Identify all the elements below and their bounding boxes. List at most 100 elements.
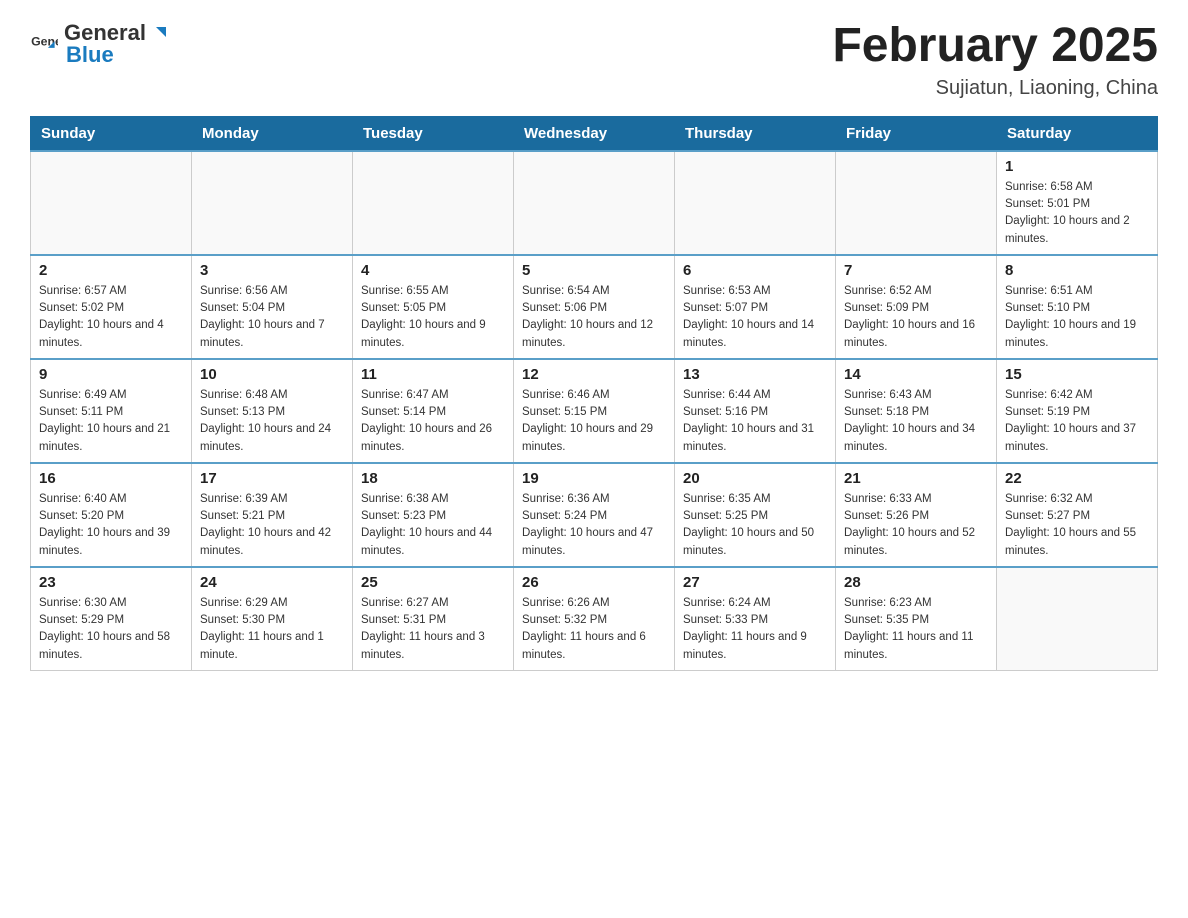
day-info: Sunrise: 6:30 AM Sunset: 5:29 PM Dayligh… [39,595,183,664]
day-info: Sunrise: 6:32 AM Sunset: 5:27 PM Dayligh… [1005,491,1149,560]
day-number: 18 [361,470,505,487]
column-header-thursday: Thursday [675,116,836,151]
calendar-cell: 13 Sunrise: 6:44 AM Sunset: 5:16 PM Dayli… [675,359,836,463]
day-info: Sunrise: 6:55 AM Sunset: 5:05 PM Dayligh… [361,283,505,352]
day-number: 17 [200,470,344,487]
day-number: 22 [1005,470,1149,487]
day-number: 11 [361,366,505,383]
day-info: Sunrise: 6:47 AM Sunset: 5:14 PM Dayligh… [361,387,505,456]
logo-icon: General [30,30,58,58]
day-number: 13 [683,366,827,383]
page-header: General General Blue February 2025 Sujia… [30,20,1158,100]
column-header-sunday: Sunday [31,116,192,151]
month-title: February 2025 [832,20,1158,73]
day-info: Sunrise: 6:44 AM Sunset: 5:16 PM Dayligh… [683,387,827,456]
calendar-cell: 10 Sunrise: 6:48 AM Sunset: 5:13 PM Dayli… [192,359,353,463]
calendar-cell: 22 Sunrise: 6:32 AM Sunset: 5:27 PM Dayli… [997,463,1158,567]
day-number: 14 [844,366,988,383]
calendar-cell [675,151,836,255]
day-info: Sunrise: 6:51 AM Sunset: 5:10 PM Dayligh… [1005,283,1149,352]
day-info: Sunrise: 6:56 AM Sunset: 5:04 PM Dayligh… [200,283,344,352]
day-number: 9 [39,366,183,383]
day-number: 26 [522,574,666,591]
calendar-cell: 18Sunrise: 6:38 AM Sunset: 5:23 PM Dayli… [353,463,514,567]
week-row-2: 2Sunrise: 6:57 AM Sunset: 5:02 PM Daylig… [31,255,1158,359]
day-info: Sunrise: 6:35 AM Sunset: 5:25 PM Dayligh… [683,491,827,560]
day-info: Sunrise: 6:24 AM Sunset: 5:33 PM Dayligh… [683,595,827,664]
day-number: 23 [39,574,183,591]
day-number: 3 [200,262,344,279]
logo: General General Blue [30,20,170,68]
week-row-3: 9 Sunrise: 6:49 AM Sunset: 5:11 PM Daylig… [31,359,1158,463]
calendar-cell: 17Sunrise: 6:39 AM Sunset: 5:21 PM Dayli… [192,463,353,567]
calendar-cell: 7 Sunrise: 6:52 AM Sunset: 5:09 PM Daylig… [836,255,997,359]
day-info: Sunrise: 6:36 AM Sunset: 5:24 PM Dayligh… [522,491,666,560]
day-number: 25 [361,574,505,591]
column-header-tuesday: Tuesday [353,116,514,151]
calendar-cell: 2Sunrise: 6:57 AM Sunset: 5:02 PM Daylig… [31,255,192,359]
calendar-cell [192,151,353,255]
day-info: Sunrise: 6:54 AM Sunset: 5:06 PM Dayligh… [522,283,666,352]
calendar-cell: 20 Sunrise: 6:35 AM Sunset: 5:25 PM Dayli… [675,463,836,567]
calendar-cell: 1 Sunrise: 6:58 AM Sunset: 5:01 PM Daylig… [997,151,1158,255]
calendar-cell [353,151,514,255]
calendar-cell: 15 Sunrise: 6:42 AM Sunset: 5:19 PM Dayli… [997,359,1158,463]
calendar-cell: 14 Sunrise: 6:43 AM Sunset: 5:18 PM Dayli… [836,359,997,463]
calendar-cell: 16 Sunrise: 6:40 AM Sunset: 5:20 PM Dayli… [31,463,192,567]
calendar-cell: 6 Sunrise: 6:53 AM Sunset: 5:07 PM Daylig… [675,255,836,359]
calendar-cell: 8 Sunrise: 6:51 AM Sunset: 5:10 PM Daylig… [997,255,1158,359]
day-number: 8 [1005,262,1149,279]
calendar-cell [514,151,675,255]
calendar-cell: 19Sunrise: 6:36 AM Sunset: 5:24 PM Dayli… [514,463,675,567]
day-info: Sunrise: 6:29 AM Sunset: 5:30 PM Dayligh… [200,595,344,664]
calendar-cell: 12 Sunrise: 6:46 AM Sunset: 5:15 PM Dayli… [514,359,675,463]
calendar-cell: 25 Sunrise: 6:27 AM Sunset: 5:31 PM Dayli… [353,567,514,671]
calendar-header-row: SundayMondayTuesdayWednesdayThursdayFrid… [31,116,1158,151]
day-info: Sunrise: 6:27 AM Sunset: 5:31 PM Dayligh… [361,595,505,664]
day-number: 15 [1005,366,1149,383]
title-area: February 2025 Sujiatun, Liaoning, China [832,20,1158,100]
day-info: Sunrise: 6:46 AM Sunset: 5:15 PM Dayligh… [522,387,666,456]
day-number: 24 [200,574,344,591]
calendar-cell: 3 Sunrise: 6:56 AM Sunset: 5:04 PM Daylig… [192,255,353,359]
calendar-cell [836,151,997,255]
calendar-cell: 9 Sunrise: 6:49 AM Sunset: 5:11 PM Daylig… [31,359,192,463]
day-number: 4 [361,262,505,279]
day-info: Sunrise: 6:40 AM Sunset: 5:20 PM Dayligh… [39,491,183,560]
day-number: 28 [844,574,988,591]
day-info: Sunrise: 6:26 AM Sunset: 5:32 PM Dayligh… [522,595,666,664]
calendar-cell: 21Sunrise: 6:33 AM Sunset: 5:26 PM Dayli… [836,463,997,567]
day-number: 20 [683,470,827,487]
day-info: Sunrise: 6:53 AM Sunset: 5:07 PM Dayligh… [683,283,827,352]
column-header-wednesday: Wednesday [514,116,675,151]
day-number: 10 [200,366,344,383]
day-number: 1 [1005,158,1149,175]
calendar-cell: 5Sunrise: 6:54 AM Sunset: 5:06 PM Daylig… [514,255,675,359]
calendar-cell [997,567,1158,671]
logo-blue-text: Blue [66,42,114,67]
day-info: Sunrise: 6:43 AM Sunset: 5:18 PM Dayligh… [844,387,988,456]
day-number: 7 [844,262,988,279]
week-row-1: 1 Sunrise: 6:58 AM Sunset: 5:01 PM Daylig… [31,151,1158,255]
calendar-cell: 26 Sunrise: 6:26 AM Sunset: 5:32 PM Dayli… [514,567,675,671]
column-header-monday: Monday [192,116,353,151]
calendar-table: SundayMondayTuesdayWednesdayThursdayFrid… [30,116,1158,671]
day-number: 2 [39,262,183,279]
day-number: 16 [39,470,183,487]
column-header-friday: Friday [836,116,997,151]
day-info: Sunrise: 6:23 AM Sunset: 5:35 PM Dayligh… [844,595,988,664]
week-row-5: 23 Sunrise: 6:30 AM Sunset: 5:29 PM Dayli… [31,567,1158,671]
day-info: Sunrise: 6:48 AM Sunset: 5:13 PM Dayligh… [200,387,344,456]
calendar-cell [31,151,192,255]
day-info: Sunrise: 6:49 AM Sunset: 5:11 PM Dayligh… [39,387,183,456]
day-info: Sunrise: 6:42 AM Sunset: 5:19 PM Dayligh… [1005,387,1149,456]
calendar-cell: 4 Sunrise: 6:55 AM Sunset: 5:05 PM Daylig… [353,255,514,359]
calendar-cell: 27 Sunrise: 6:24 AM Sunset: 5:33 PM Dayli… [675,567,836,671]
day-number: 12 [522,366,666,383]
day-number: 6 [683,262,827,279]
day-info: Sunrise: 6:52 AM Sunset: 5:09 PM Dayligh… [844,283,988,352]
day-number: 27 [683,574,827,591]
day-number: 21 [844,470,988,487]
day-info: Sunrise: 6:58 AM Sunset: 5:01 PM Dayligh… [1005,179,1149,248]
calendar-cell: 11 Sunrise: 6:47 AM Sunset: 5:14 PM Dayli… [353,359,514,463]
